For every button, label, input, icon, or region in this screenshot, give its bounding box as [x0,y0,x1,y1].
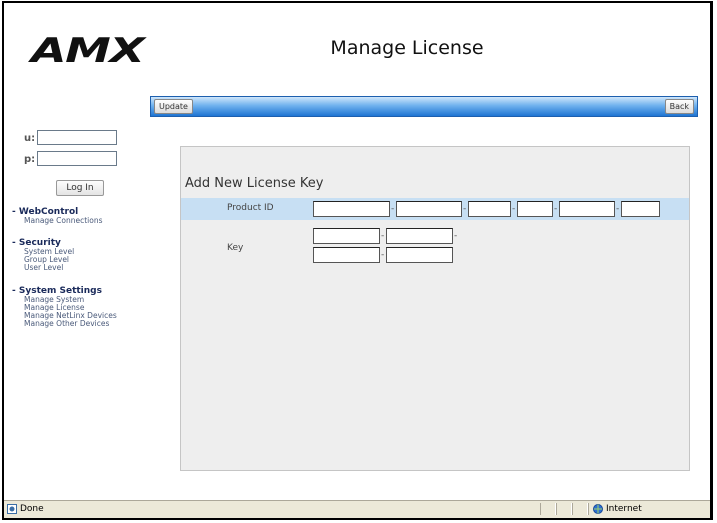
page-title: Manage License [330,37,484,59]
nav-group-system-settings: - System Settings Manage System Manage L… [12,286,117,328]
separator: - [616,204,620,214]
username-input[interactable] [37,130,117,145]
nav-item-manage-connections[interactable]: Manage Connections [12,217,103,225]
key-field-3[interactable] [313,247,380,263]
status-cell [572,503,588,515]
status-cell [540,503,556,515]
status-bar: Done Internet [4,500,710,518]
security-zone: Internet [593,504,642,514]
key-field-2[interactable] [386,228,453,244]
update-button[interactable]: Update [154,99,193,114]
separator: - [454,231,458,241]
key-field-1[interactable] [313,228,380,244]
status-text: Done [20,504,44,514]
separator: - [391,204,395,214]
back-button[interactable]: Back [664,99,694,114]
nav-group-security: - Security System Level Group Level User… [12,238,74,272]
separator: - [463,204,467,214]
separator: - [512,204,516,214]
form-title: Add New License Key [185,176,324,191]
password-label: p: [24,154,36,165]
page-done-icon [7,504,17,514]
action-toolbar: Update Back [150,96,698,117]
password-row: p: [24,151,117,166]
product-id-field-4[interactable] [517,201,553,217]
zone-label: Internet [606,504,642,514]
nav-group-webcontrol: - WebControl Manage Connections [12,207,103,225]
nav-item-manage-other-devices[interactable]: Manage Other Devices [12,320,117,328]
separator: - [381,231,385,241]
separator: - [554,204,558,214]
license-form-panel: Add New License Key Product ID - - - - -… [180,146,690,471]
nav-item-user-level[interactable]: User Level [12,264,74,272]
page-header: AMX Manage License [4,3,710,83]
sidebar: u: p: Log In - WebControl Manage Connect… [4,83,132,483]
password-input[interactable] [37,151,117,166]
product-id-field-1[interactable] [313,201,390,217]
key-field-4[interactable] [386,247,453,263]
browser-frame: AMX Manage License u: p: Log In - WebCon… [2,1,713,520]
username-row: u: [24,130,117,145]
username-label: u: [24,133,36,144]
status-cell [556,503,572,515]
login-button[interactable]: Log In [56,180,104,196]
product-id-field-5[interactable] [559,201,615,217]
globe-icon [593,504,603,514]
key-label: Key [227,243,244,253]
product-id-label: Product ID [227,203,274,213]
product-id-field-3[interactable] [468,201,511,217]
product-id-field-6[interactable] [621,201,660,217]
product-id-field-2[interactable] [396,201,462,217]
separator: - [381,250,385,260]
